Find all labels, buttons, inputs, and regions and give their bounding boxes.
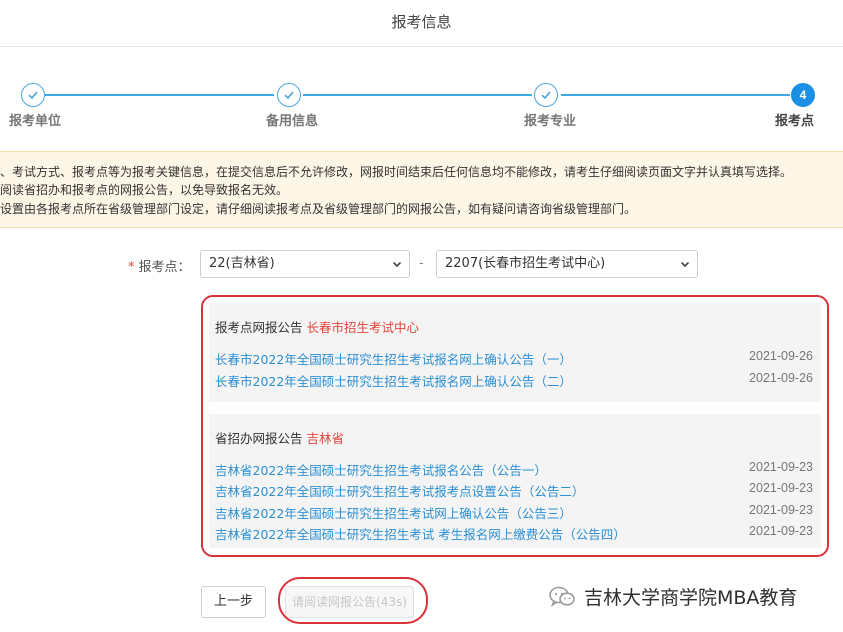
select-separator: - xyxy=(419,256,424,271)
announcement-date: 2021-09-23 xyxy=(749,503,813,517)
step-label-backup: 备用信息 xyxy=(266,114,319,129)
step-connector xyxy=(303,94,532,96)
wechat-icon xyxy=(549,586,575,607)
exam-site-select[interactable]: 2207(长春市招生考试中心) xyxy=(436,250,698,278)
announcement-link[interactable]: 吉林省2022年全国硕士研究生招生考试 考生报名网上缴费公告（公告四） xyxy=(215,524,626,543)
step-4-number: 4 xyxy=(791,83,815,107)
province-announcements-heading: 省招办网报公告 吉林省 xyxy=(215,428,344,447)
announcement-date: 2021-09-26 xyxy=(749,349,813,363)
site-heading-text: 报考点网报公告 xyxy=(215,320,303,335)
step-connector xyxy=(45,94,274,96)
step-1-check-icon xyxy=(21,83,45,107)
announcement-link[interactable]: 吉林省2022年全国硕士研究生招生考试网上确认公告（公告三） xyxy=(215,503,572,522)
watermark-text: 吉林大学商学院MBA教育 xyxy=(584,587,798,609)
site-announcements-heading: 报考点网报公告 长春市招生考试中心 xyxy=(215,317,419,336)
province-announcements: 省招办网报公告 吉林省 吉林省2022年全国硕士研究生招生考试报名公告（公告一）… xyxy=(209,414,821,548)
announcement-date: 2021-09-26 xyxy=(749,371,813,385)
province-heading-text: 省招办网报公告 xyxy=(215,431,303,446)
province-select[interactable]: 22(吉林省) xyxy=(200,250,410,278)
announcement-link[interactable]: 长春市2022年全国硕士研究生招生考试报名网上确认公告（二） xyxy=(215,371,572,390)
site-field-label: * 报考点： xyxy=(128,256,191,275)
page-title: 报考信息 xyxy=(391,13,452,31)
step-label-major: 报考专业 xyxy=(524,114,577,129)
step-label-unit: 报考单位 xyxy=(9,114,62,129)
notice-line: 设置由各报考点所在省级管理部门设定，请仔细阅读报考点及省级管理部门的网报公告，如… xyxy=(0,202,637,216)
announcement-date: 2021-09-23 xyxy=(749,460,813,474)
notice-line: 阅读省招办和报考点的网报公告，以免导致报名无效。 xyxy=(0,183,289,197)
notice-line: 、考试方式、报考点等为报考关键信息，在提交信息后不允许修改，网报时间结束后任何信… xyxy=(0,165,793,179)
site-announcements: 报考点网报公告 长春市招生考试中心 长春市2022年全国硕士研究生招生考试报名网… xyxy=(209,303,821,402)
previous-step-button[interactable]: 上一步 xyxy=(201,586,266,618)
exam-site-select-value: 2207(长春市招生考试中心) xyxy=(445,256,606,271)
step-3-check-icon xyxy=(534,83,558,107)
announcement-date: 2021-09-23 xyxy=(749,524,813,538)
announcement-link[interactable]: 吉林省2022年全国硕士研究生招生考试报名公告（公告一） xyxy=(215,460,547,479)
chevron-down-icon xyxy=(392,261,402,268)
announcements-panel: 报考点网报公告 长春市招生考试中心 长春市2022年全国硕士研究生招生考试报名网… xyxy=(201,295,829,557)
province-heading-highlight: 吉林省 xyxy=(306,431,345,446)
notice-banner: 、考试方式、报考点等为报考关键信息，在提交信息后不允许修改，网报时间结束后任何信… xyxy=(0,151,843,228)
site-heading-highlight: 长春市招生考试中心 xyxy=(306,320,420,335)
site-label-text: 报考点： xyxy=(138,260,191,275)
announcement-date: 2021-09-23 xyxy=(749,481,813,495)
required-mark: * xyxy=(128,260,135,275)
watermark: 吉林大学商学院MBA教育 xyxy=(548,583,797,610)
step-label-site: 报考点 xyxy=(775,114,815,129)
step-2-check-icon xyxy=(277,83,301,107)
announcement-link[interactable]: 吉林省2022年全国硕士研究生招生考试报考点设置公告（公告二） xyxy=(215,481,584,500)
announcement-link[interactable]: 长春市2022年全国硕士研究生招生考试报名网上确认公告（一） xyxy=(215,349,572,368)
button-highlight-outline xyxy=(278,577,428,624)
title-divider xyxy=(0,46,843,47)
chevron-down-icon xyxy=(680,261,690,268)
step-connector xyxy=(561,94,790,96)
province-select-value: 22(吉林省) xyxy=(209,256,275,271)
